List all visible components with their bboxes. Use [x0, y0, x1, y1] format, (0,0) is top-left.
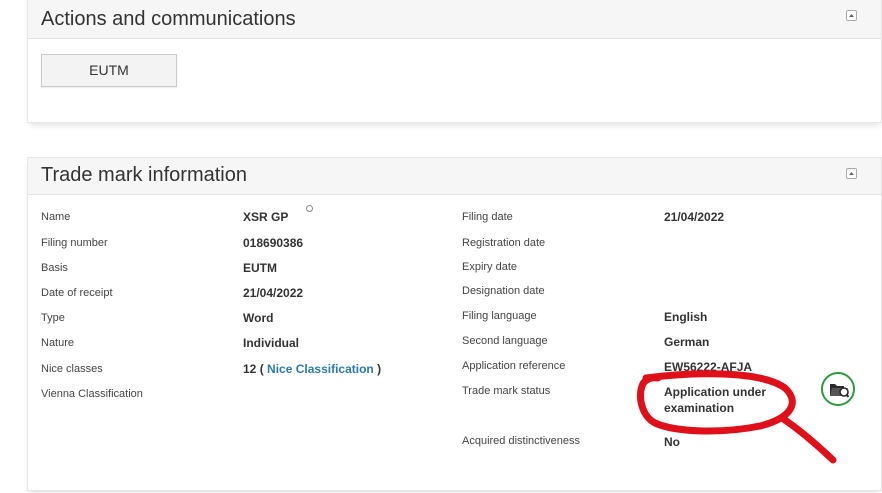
- filing-language-value: English: [664, 310, 708, 324]
- trade-mark-status-label: Trade mark status: [462, 385, 551, 397]
- designation-date-label: Designation date: [462, 285, 545, 297]
- filing-date-value: 21/04/2022: [664, 210, 725, 224]
- application-reference-value: EW56222-AFJA: [664, 360, 753, 374]
- nice-classification-link[interactable]: Nice Classification: [267, 362, 374, 376]
- trade-mark-panel-header: Trade mark information: [28, 158, 881, 195]
- circle-mark: [306, 205, 313, 212]
- expiry-date-label: Expiry date: [462, 261, 518, 273]
- actions-panel-header: Actions and communications: [28, 0, 881, 39]
- name-value: XSR GP: [243, 210, 289, 224]
- nice-classes-value: 12 ( Nice Classification ): [243, 362, 381, 376]
- acquired-distinctiveness-label: Acquired distinctiveness: [462, 435, 581, 447]
- nice-classes-number: 12: [243, 362, 257, 376]
- collapse-icon[interactable]: [846, 168, 857, 179]
- type-value: Word: [243, 311, 274, 325]
- trade-mark-status-value-line2: examination: [664, 401, 735, 415]
- date-of-receipt-value: 21/04/2022: [243, 286, 304, 300]
- basis-label: Basis: [41, 262, 68, 274]
- basis-value: EUTM: [243, 261, 277, 275]
- date-of-receipt-label: Date of receipt: [41, 287, 113, 299]
- nice-paren-close: ): [377, 362, 382, 376]
- filing-number-label: Filing number: [41, 237, 108, 249]
- trade-mark-panel: Trade mark information: [27, 157, 882, 491]
- eutm-button[interactable]: EUTM: [41, 54, 177, 87]
- nature-label: Nature: [41, 337, 75, 349]
- application-reference-label: Application reference: [462, 360, 566, 372]
- name-label: Name: [41, 211, 71, 223]
- acquired-distinctiveness-value: No: [664, 435, 680, 449]
- actions-panel-title: Actions and communications: [41, 8, 296, 30]
- second-language-label: Second language: [462, 335, 548, 347]
- folder-icon: [830, 384, 849, 398]
- filing-date-label: Filing date: [462, 211, 513, 223]
- filing-number-value: 018690386: [243, 236, 304, 250]
- filing-language-label: Filing language: [462, 310, 537, 322]
- collapse-icon[interactable]: [846, 10, 857, 21]
- vienna-classification-label: Vienna Classification: [41, 388, 143, 400]
- documents-button[interactable]: [821, 372, 855, 406]
- registration-date-label: Registration date: [462, 237, 546, 249]
- nice-paren-open: (: [259, 362, 264, 376]
- type-label: Type: [41, 312, 65, 324]
- trade-mark-panel-title: Trade mark information: [41, 164, 247, 186]
- actions-panel: Actions and communications EUTM: [27, 0, 882, 123]
- nature-value: Individual: [243, 336, 300, 350]
- trade-mark-status-value-line1: Application under: [664, 385, 766, 399]
- nice-classes-label: Nice classes: [41, 363, 103, 375]
- second-language-value: German: [664, 335, 710, 349]
